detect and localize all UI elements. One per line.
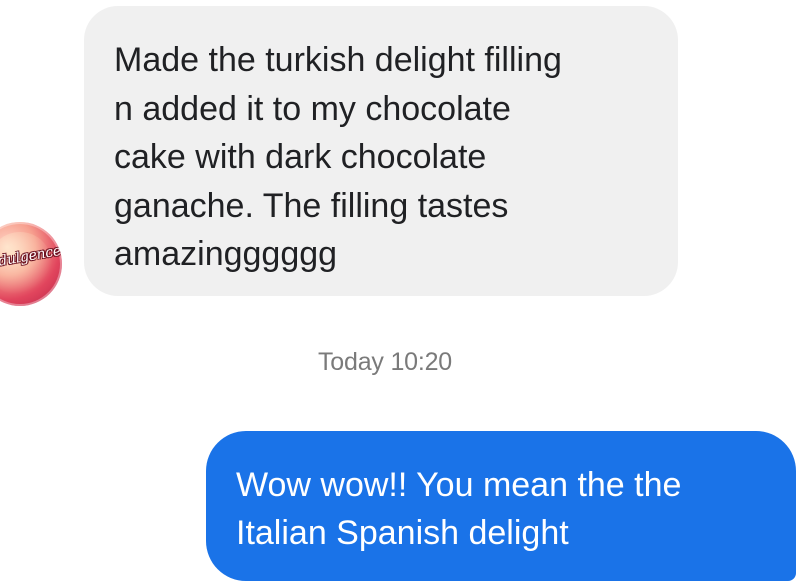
incoming-message-line: Made the turkish delight filling bbox=[114, 41, 562, 79]
incoming-message-line: ganache. The filling tastes bbox=[114, 186, 509, 225]
incoming-message-line: cake with dark chocolate bbox=[114, 138, 487, 176]
outgoing-message-line: Wow wow!! You mean the the bbox=[236, 466, 682, 504]
outgoing-message-line: Italian Spanish delight bbox=[236, 514, 569, 552]
indulgence-logo-icon: Indulgence bbox=[0, 242, 62, 273]
message-thread: Indulgence Made the turkish delight fill… bbox=[0, 0, 800, 581]
sender-avatar[interactable]: Indulgence bbox=[0, 222, 62, 306]
incoming-message-line: n added it to my chocolate bbox=[114, 89, 511, 128]
outgoing-message-bubble[interactable]: Wow wow!! You mean the the Italian Spani… bbox=[206, 431, 796, 581]
incoming-message-bubble[interactable]: Made the turkish delight filling n added… bbox=[84, 6, 678, 296]
message-timestamp: Today 10:20 bbox=[317, 348, 453, 376]
incoming-message-line: amazingggggg bbox=[114, 235, 338, 273]
